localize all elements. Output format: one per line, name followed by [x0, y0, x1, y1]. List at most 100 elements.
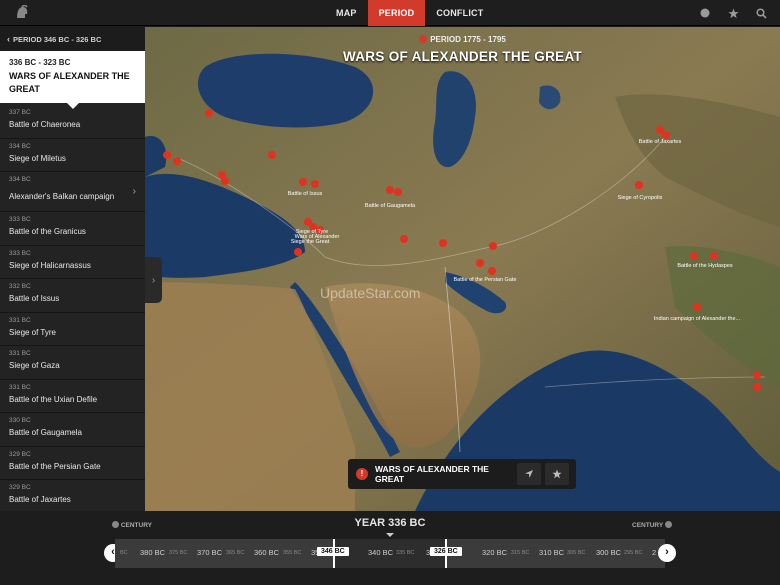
item-year: 333 BC [9, 249, 31, 257]
current-conflict-header: 336 BC - 323 BC WARS OF ALEXANDER THE GR… [0, 51, 145, 109]
tab-conflict[interactable]: CONFLICT [425, 0, 494, 26]
timeline-tick-label: 2 [652, 548, 657, 557]
item-year: 331 BC [9, 350, 31, 357]
list-item[interactable]: 331 BC Siege of Gaza [0, 346, 145, 380]
item-name: Siege of Gaza [9, 361, 60, 370]
list-item[interactable]: 333 BC Battle of the Granicus [0, 212, 145, 246]
map-label-hydaspes: Battle of the Hydaspes [677, 263, 733, 269]
item-year: 329 BC [9, 450, 31, 458]
watermark: UpdateStar.com [320, 285, 421, 301]
star-icon[interactable] [726, 6, 740, 20]
conflict-info-bar: ! WARS OF ALEXANDER THE GREAT [348, 459, 576, 489]
map-header: PERIOD 1775 - 1795 WARS OF ALEXANDER THE… [145, 35, 780, 64]
main-nav: MAP PERIOD CONFLICT [325, 0, 494, 26]
list-item[interactable]: 331 BC Siege of Tyre [0, 313, 145, 346]
item-year: 332 BC [9, 283, 31, 290]
search-icon[interactable] [754, 6, 768, 20]
item-year: 333 BC [9, 216, 31, 223]
battle-list: 337 BC Battle of Chaeronea 334 BC Siege … [0, 105, 145, 511]
timeline-tick-label: 295 BC [624, 550, 643, 556]
top-bar: MAP PERIOD CONFLICT [0, 0, 780, 26]
timeline-tick-label: 310 BC [539, 548, 565, 557]
locate-button[interactable] [517, 463, 541, 485]
list-item[interactable]: 332 BC Battle of Issus [0, 279, 145, 313]
favorite-button[interactable] [545, 463, 569, 485]
list-item[interactable]: 337 BC Battle of Chaeronea [0, 105, 145, 139]
spartan-helmet-logo[interactable] [14, 5, 30, 21]
timeline-tick-label: 315 BC [511, 550, 530, 556]
tab-period[interactable]: PERIOD [367, 0, 426, 26]
chevron-right-icon: › [151, 274, 156, 286]
list-item[interactable]: 329 BC Battle of Jaxartes [0, 480, 145, 511]
timeline-tick-label: 375 BC [169, 550, 188, 556]
alert-icon: ! [356, 468, 368, 480]
century-right-label: CENTURY [632, 522, 664, 529]
back-label: PERIOD 346 BC - 326 BC [13, 35, 102, 44]
century-forward-icon [664, 521, 672, 528]
timeline-tick-label: 320 BC [482, 548, 508, 557]
timeline-ticks: BC380 BC375 BC370 BC365 BC360 BC355 BC35… [115, 539, 665, 568]
timeline-tick-label: 355 BC [283, 550, 302, 556]
list-item[interactable]: 334 BC Alexander's Balkan campaign › [0, 172, 145, 212]
item-year: 331 BC [9, 316, 31, 324]
item-name: Siege of Miletus [9, 153, 66, 163]
item-name: Battle of Jaxartes [9, 495, 71, 504]
map-label-siege: Siege the Great [291, 239, 330, 245]
top-icons [698, 6, 768, 20]
list-item[interactable]: 334 BC Siege of Miletus [0, 139, 145, 172]
list-item[interactable]: 331 BC Battle of the Uxian Defile [0, 380, 145, 413]
satellite-map[interactable]: Battle of Issus Siege of Tyre Wars of Al… [145, 27, 780, 511]
map-label-jaxartes: Battle of Jaxartes [639, 139, 682, 145]
timeline-next-button[interactable]: › [658, 544, 676, 562]
item-year: 337 BC [9, 109, 31, 116]
timeline-tick-label: 340 BC [368, 548, 394, 557]
map-label-issus: Battle of Issus [288, 191, 323, 197]
chevron-left-icon: ‹ [7, 34, 10, 44]
timeline-tick-label: 365 BC [226, 550, 245, 556]
timeline-tick-label: 370 BC [197, 548, 223, 557]
navigation-arrow-icon [525, 470, 533, 478]
chevron-right-icon: › [132, 186, 136, 197]
timeline-track[interactable]: BC380 BC375 BC370 BC365 BC360 BC355 BC35… [115, 539, 665, 568]
map-label-gaugamela: Battle of Gaugamela [365, 203, 416, 209]
star-icon [552, 469, 562, 479]
list-item[interactable]: 330 BC Battle of Gaugamela [0, 413, 145, 447]
back-to-period-button[interactable]: ‹ PERIOD 346 BC - 326 BC [0, 27, 145, 51]
item-name: Alexander's Balkan campaign [9, 192, 115, 201]
map-terrain: Battle of Issus Siege of Tyre Wars of Al… [145, 27, 780, 511]
item-name: Battle of Gaugamela [9, 428, 82, 437]
item-year: 329 BC [9, 484, 31, 491]
period-label: PERIOD 1775 - 1795 [145, 35, 780, 44]
info-icon[interactable] [698, 6, 712, 20]
caret-down-icon [386, 533, 394, 537]
range-end-label[interactable]: 326 BC [430, 547, 462, 556]
item-year: 331 BC [9, 383, 31, 391]
timeline-tick-label: 380 BC [140, 548, 166, 557]
item-name: Siege of Halicarnassus [9, 260, 91, 270]
item-year: 334 BC [9, 176, 31, 183]
map-label-persian-gate: Battle of the Persian Gate [454, 277, 517, 283]
century-forward-button[interactable]: CENTURY [632, 521, 672, 529]
timeline-tick-label: 305 BC [567, 550, 586, 556]
map-label-indian-campaign: Indian campaign of Alexander the... [654, 316, 741, 322]
item-name: Battle of the Uxian Defile [9, 394, 98, 404]
period-label-text: PERIOD 1775 - 1795 [430, 35, 506, 44]
timeline-tick-label: BC [120, 550, 128, 556]
item-name: Battle of Chaeronea [9, 120, 81, 129]
timeline: CENTURY YEAR 336 BC CENTURY ‹ BC 380 BC 37… [0, 511, 780, 585]
map-label-cyropolis: Siege of Cyropolis [618, 195, 663, 201]
app-window: MAP PERIOD CONFLICT ‹ PERIOD 346 BC - 326… [0, 0, 780, 585]
map-title: WARS OF ALEXANDER THE GREAT [342, 49, 583, 64]
chevron-right-icon: › [665, 546, 669, 558]
item-year: 334 BC [9, 142, 31, 150]
list-item[interactable]: 329 BC Battle of the Persian Gate [0, 447, 145, 480]
current-conflict-title: WARS OF ALEXANDER THE GREAT [9, 71, 130, 94]
timeline-tick-label: 360 BC [254, 548, 280, 557]
info-bar-title[interactable]: WARS OF ALEXANDER THE GREAT [375, 464, 513, 484]
range-start-label[interactable]: 346 BC [317, 547, 349, 556]
timeline-tick-label: 300 BC [596, 548, 622, 557]
item-year: 330 BC [9, 417, 31, 424]
sidebar-collapse-handle[interactable]: › [145, 257, 162, 303]
tab-map[interactable]: MAP [325, 0, 368, 26]
list-item[interactable]: 333 BC Siege of Halicarnassus [0, 246, 145, 279]
